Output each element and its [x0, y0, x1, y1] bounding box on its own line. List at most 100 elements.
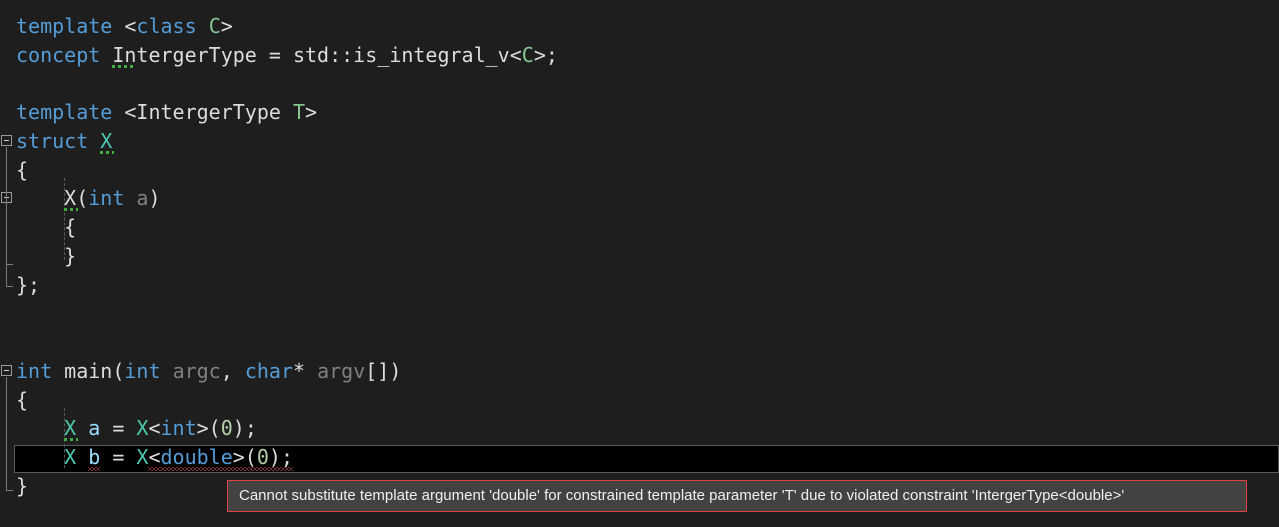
code-token: int	[124, 359, 160, 383]
code-token: );	[233, 416, 257, 440]
code-token	[281, 100, 293, 124]
code-token: double	[161, 443, 233, 472]
code-token: ,	[221, 359, 245, 383]
code-line-text: template <class C>	[16, 12, 233, 41]
code-token	[100, 43, 112, 67]
code-token	[76, 445, 88, 469]
error-tooltip: Cannot substitute template argument 'dou…	[227, 480, 1247, 512]
code-line[interactable]: };	[0, 271, 1279, 300]
code-token: X	[100, 127, 112, 156]
code-token: >(	[233, 443, 257, 472]
code-token: T	[293, 100, 305, 124]
code-token: (	[112, 359, 124, 383]
code-token	[76, 416, 88, 440]
code-token: main	[64, 359, 112, 383]
code-token: a	[136, 186, 148, 210]
code-line-text: {	[16, 386, 28, 415]
code-line-text: {	[16, 156, 28, 185]
code-token: )	[148, 186, 160, 210]
code-line-text: X b = X<double>(0);	[64, 443, 293, 472]
code-line-text: };	[16, 271, 40, 300]
code-line[interactable]: {	[0, 386, 1279, 415]
code-line-text: concept IntergerType = std::is_integral_…	[16, 41, 558, 70]
code-token: >(	[197, 416, 221, 440]
code-line[interactable]	[0, 70, 1279, 99]
code-line[interactable]: X b = X<double>(0);	[0, 443, 1279, 472]
code-token: char	[245, 359, 293, 383]
code-token: int	[161, 416, 197, 440]
code-token: >	[221, 14, 233, 38]
code-token: (	[76, 186, 88, 210]
code-line[interactable]	[0, 300, 1279, 329]
code-token	[124, 186, 136, 210]
code-token: X	[136, 445, 148, 469]
code-token: std::is_integral_v	[293, 43, 510, 67]
code-token: 0	[221, 416, 233, 440]
code-token: <	[510, 43, 522, 67]
code-line[interactable]: {	[0, 156, 1279, 185]
code-token: };	[16, 273, 40, 297]
code-line[interactable]: X a = X<int>(0);	[0, 414, 1279, 443]
code-line[interactable]: concept IntergerType = std::is_integral_…	[0, 41, 1279, 70]
code-line-text: struct X	[16, 127, 112, 156]
code-token: C	[209, 14, 221, 38]
code-token: {	[16, 158, 28, 182]
code-token: =	[257, 43, 293, 67]
code-line[interactable]: int main(int argc, char* argv[])	[0, 357, 1279, 386]
code-line[interactable]: X(int a)	[0, 184, 1279, 213]
code-line-text: }	[64, 242, 76, 271]
code-line-text: int main(int argc, char* argv[])	[16, 357, 401, 386]
code-token: <	[148, 416, 160, 440]
code-token: b	[88, 443, 100, 472]
code-token: <	[112, 100, 136, 124]
code-token: {	[16, 388, 28, 412]
code-line-text: }	[16, 472, 28, 501]
code-line[interactable]: struct X	[0, 127, 1279, 156]
code-token: struct	[16, 129, 88, 153]
code-token: X	[64, 414, 76, 443]
code-line-text: X(int a)	[64, 184, 160, 213]
code-token: 0	[257, 443, 269, 472]
code-token: );	[269, 443, 293, 472]
code-token: X	[136, 416, 148, 440]
code-line-text: {	[64, 213, 76, 242]
code-token: =	[100, 416, 136, 440]
code-text-surface[interactable]: template <class C>concept IntergerType =…	[0, 0, 1279, 527]
code-token: >	[305, 100, 317, 124]
code-token: X	[64, 184, 76, 213]
code-token: <	[112, 14, 136, 38]
code-editor[interactable]: template <class C>concept IntergerType =…	[0, 0, 1279, 527]
code-line-text: X a = X<int>(0);	[64, 414, 257, 443]
code-token: int	[16, 359, 52, 383]
code-token: C	[522, 43, 534, 67]
code-token: [])	[365, 359, 401, 383]
code-token: argc	[173, 359, 221, 383]
code-line[interactable]	[0, 328, 1279, 357]
code-token: IntergerType	[136, 100, 281, 124]
code-token: >;	[534, 43, 558, 67]
code-token: template	[16, 100, 112, 124]
code-token	[52, 359, 64, 383]
code-line-text: template <IntergerType T>	[16, 98, 317, 127]
code-token: =	[100, 445, 136, 469]
code-line[interactable]: }	[0, 242, 1279, 271]
code-line[interactable]: template <IntergerType T>	[0, 98, 1279, 127]
code-token: *	[293, 359, 317, 383]
code-token: IntergerType	[112, 41, 257, 70]
code-token: }	[64, 244, 76, 268]
code-token: X	[64, 445, 76, 469]
code-token	[161, 359, 173, 383]
code-token: {	[64, 215, 76, 239]
code-token: int	[88, 186, 124, 210]
code-token: class	[136, 14, 196, 38]
code-token	[197, 14, 209, 38]
code-token: <	[148, 443, 160, 472]
code-token: a	[88, 416, 100, 440]
code-token: concept	[16, 43, 100, 67]
code-line[interactable]: {	[0, 213, 1279, 242]
code-line[interactable]: template <class C>	[0, 12, 1279, 41]
code-token	[88, 129, 100, 153]
code-token: }	[16, 474, 28, 498]
code-token: template	[16, 14, 112, 38]
code-token: argv	[317, 359, 365, 383]
